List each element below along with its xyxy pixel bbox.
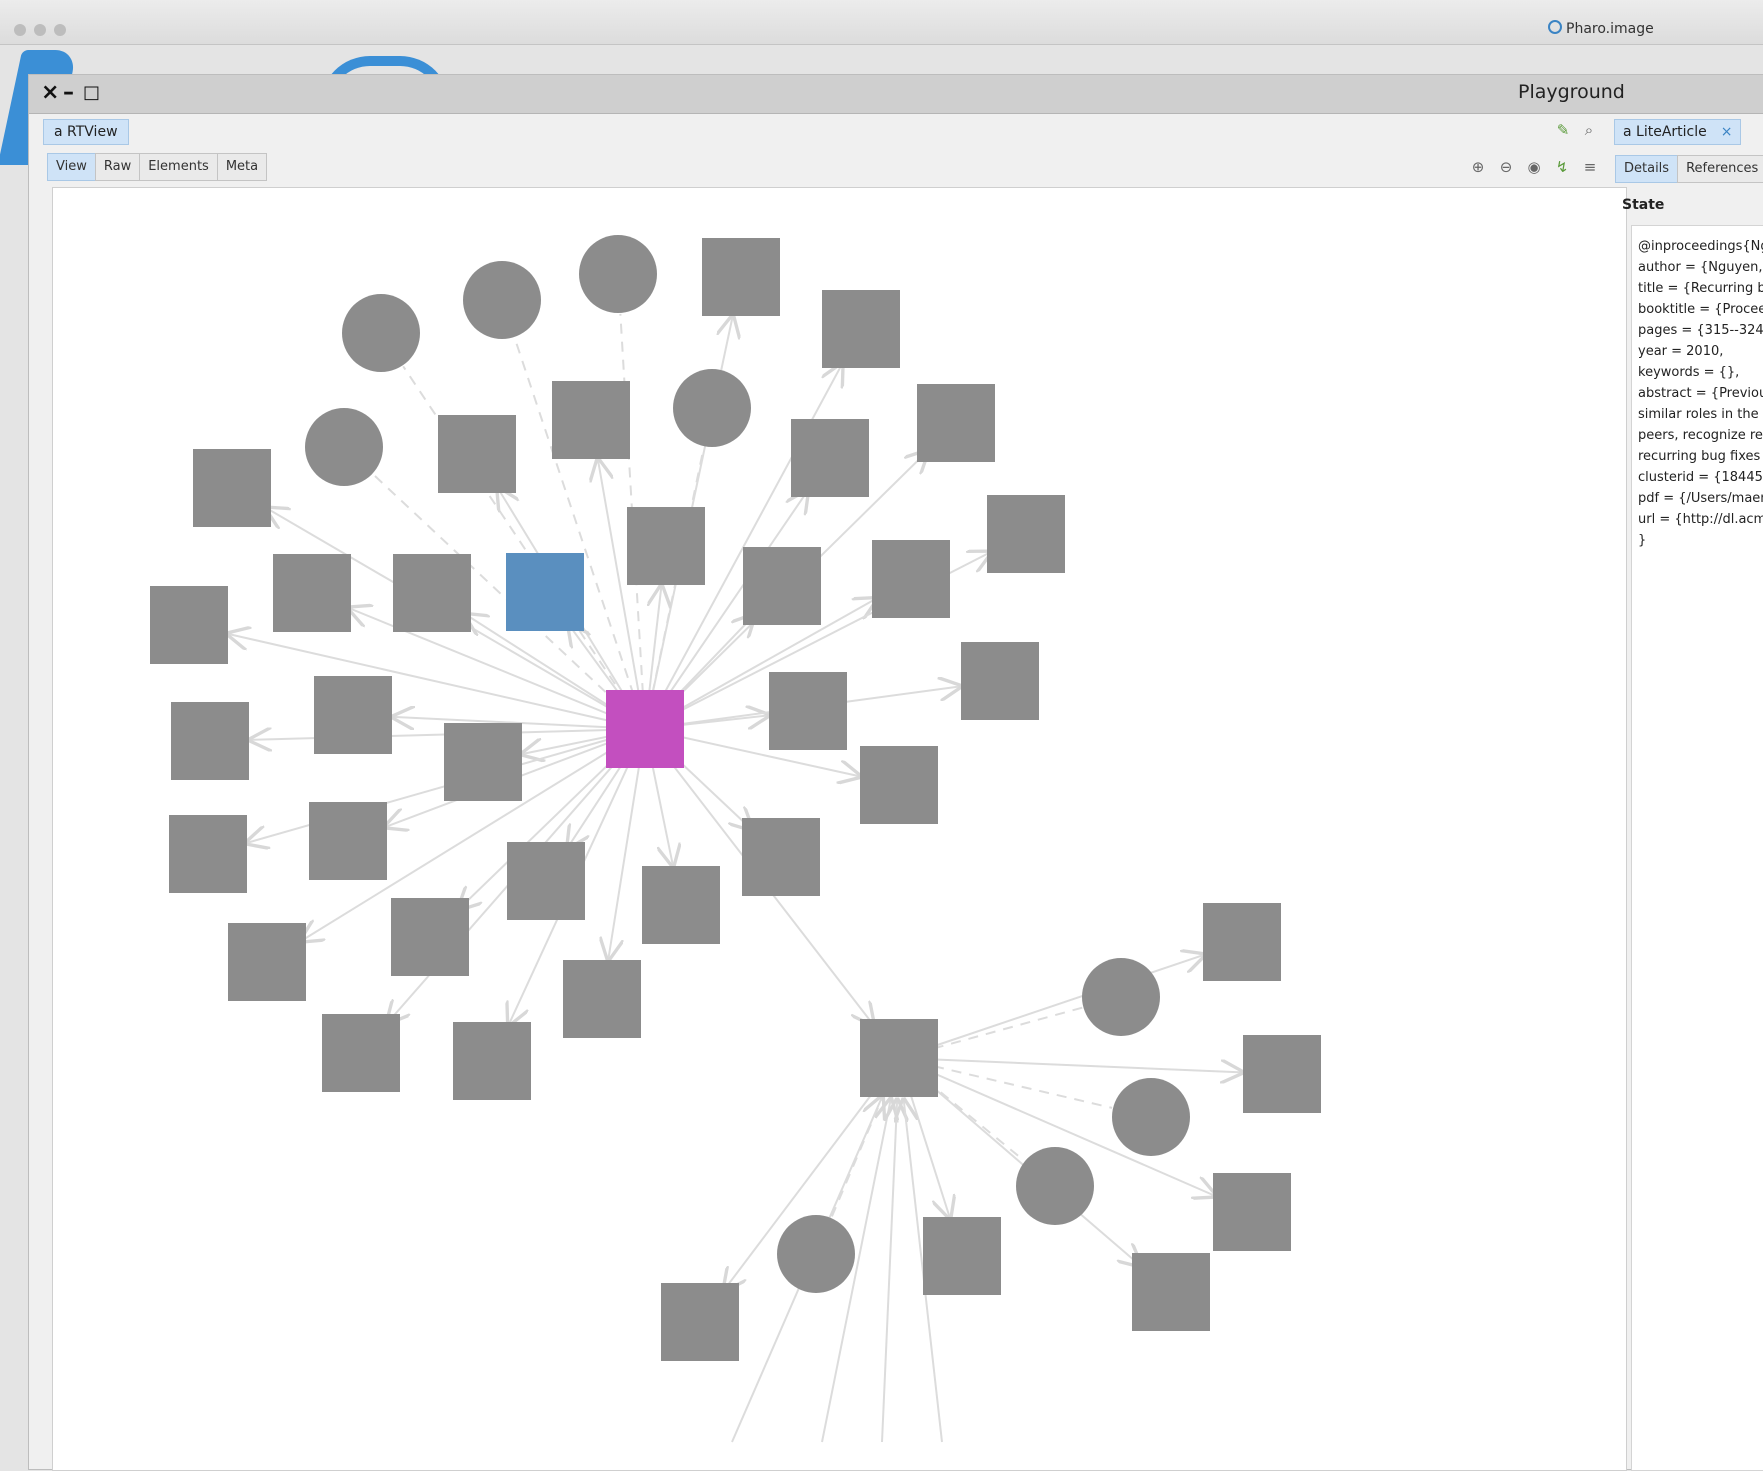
tab-rtview[interactable]: a RTView xyxy=(43,119,129,145)
graph-node-circle[interactable] xyxy=(1082,958,1160,1036)
graph-edge xyxy=(881,1100,897,1443)
graph-node-square[interactable] xyxy=(961,642,1039,720)
graph-node-square[interactable] xyxy=(742,818,820,896)
graph-canvas[interactable] xyxy=(52,187,1627,1471)
graph-node-square[interactable] xyxy=(393,554,471,632)
graph-node-square[interactable] xyxy=(1132,1253,1210,1331)
graph-node-secondary-hub[interactable] xyxy=(860,1019,938,1097)
os-window-title: Pharo.image xyxy=(1548,20,1654,37)
graph-node-square[interactable] xyxy=(923,1217,1001,1295)
graph-node-circle[interactable] xyxy=(1016,1147,1094,1225)
maximize-window-button[interactable]: □ xyxy=(83,81,100,105)
subtab-references[interactable]: References xyxy=(1677,155,1763,183)
state-text-area[interactable]: @inproceedings{Ng author = {Nguyen, T ti… xyxy=(1631,225,1763,1471)
graph-node-circle[interactable] xyxy=(342,294,420,372)
graph-node-square[interactable] xyxy=(917,384,995,462)
close-window-button[interactable]: × xyxy=(41,81,59,105)
graph-node-square[interactable] xyxy=(563,960,641,1038)
graph-node-square[interactable] xyxy=(642,866,720,944)
graph-node-circle[interactable] xyxy=(777,1215,855,1293)
tab-close-icon[interactable]: × xyxy=(1721,124,1733,140)
inspector-subtabs: Details References xyxy=(1615,155,1763,183)
subtab-elements[interactable]: Elements xyxy=(139,153,218,181)
graph-node-square[interactable] xyxy=(743,547,821,625)
playground-titlebar[interactable]: × – □ Playground xyxy=(29,75,1763,114)
graph-node-square[interactable] xyxy=(150,586,228,664)
browse-icon[interactable]: ✎ xyxy=(1554,121,1572,139)
minimize-traffic-light[interactable] xyxy=(34,24,46,36)
graph-node-square[interactable] xyxy=(193,449,271,527)
graph-node-square[interactable] xyxy=(273,554,351,632)
graph-node-square[interactable] xyxy=(860,746,938,824)
graph-node-selected-hub[interactable] xyxy=(606,690,684,768)
close-traffic-light[interactable] xyxy=(14,24,26,36)
graph-node-square[interactable] xyxy=(1213,1173,1291,1251)
os-window-titlebar: Pharo.image xyxy=(0,0,1763,45)
graph-node-square[interactable] xyxy=(1203,903,1281,981)
tab-literarticle[interactable]: a LiteArticle × xyxy=(1614,119,1742,145)
graph-edge xyxy=(898,1057,1242,1072)
graph-node-square[interactable] xyxy=(453,1022,531,1100)
menu-icon[interactable]: ≡ xyxy=(1581,158,1599,176)
right-pane-actions: ✎ ⌕ xyxy=(1554,121,1598,139)
graph-node-circle[interactable] xyxy=(463,261,541,339)
export-icon[interactable]: ↯ xyxy=(1553,158,1571,176)
graph-node-circle[interactable] xyxy=(1112,1078,1190,1156)
zoom-in-icon[interactable]: ⊕ xyxy=(1469,158,1487,176)
graph-node-circle[interactable] xyxy=(305,408,383,486)
graph-node-square[interactable] xyxy=(438,415,516,493)
inspect-icon[interactable]: ⌕ xyxy=(1580,121,1598,139)
zoom-traffic-light[interactable] xyxy=(54,24,66,36)
graph-node-square[interactable] xyxy=(391,898,469,976)
state-section-title: State xyxy=(1622,197,1665,213)
graph-node-square[interactable] xyxy=(1243,1035,1321,1113)
bibtex-state-text: @inproceedings{Ng author = {Nguyen, T ti… xyxy=(1638,239,1763,548)
graph-node-circle[interactable] xyxy=(673,369,751,447)
subtab-details[interactable]: Details xyxy=(1615,155,1679,183)
graph-node-square[interactable] xyxy=(661,1283,739,1361)
graph-edge xyxy=(228,634,646,730)
graph-node-square[interactable] xyxy=(872,540,950,618)
zoom-out-icon[interactable]: ⊖ xyxy=(1497,158,1515,176)
graph-node-square[interactable] xyxy=(444,723,522,801)
graph-node-square[interactable] xyxy=(507,842,585,920)
subtab-view[interactable]: View xyxy=(47,153,96,181)
tab-literarticle-label: a LiteArticle xyxy=(1623,124,1707,140)
graph-node-square[interactable] xyxy=(171,702,249,780)
graph-node-square[interactable] xyxy=(769,672,847,750)
subtab-raw[interactable]: Raw xyxy=(94,153,141,181)
info-circle-icon xyxy=(1548,20,1562,34)
playground-window: × – □ Playground a RTView View Raw Eleme… xyxy=(28,74,1763,1471)
graph-node-square[interactable] xyxy=(552,381,630,459)
graph-svg[interactable] xyxy=(53,188,1626,1470)
subtab-meta[interactable]: Meta xyxy=(216,153,268,181)
center-icon[interactable]: ◉ xyxy=(1525,158,1543,176)
graph-node-circle[interactable] xyxy=(579,235,657,313)
minimize-window-button[interactable]: – xyxy=(63,81,74,105)
graph-node-square[interactable] xyxy=(314,676,392,754)
graph-node-square[interactable] xyxy=(169,815,247,893)
graph-node-square[interactable] xyxy=(987,495,1065,573)
view-toolbar: ⊕ ⊖ ◉ ↯ ≡ xyxy=(1469,155,1599,179)
graph-node-highlighted[interactable] xyxy=(506,553,584,631)
graph-node-square[interactable] xyxy=(791,419,869,497)
graph-node-square[interactable] xyxy=(822,290,900,368)
graph-node-square[interactable] xyxy=(228,923,306,1001)
graph-node-square[interactable] xyxy=(309,802,387,880)
graph-node-square[interactable] xyxy=(702,238,780,316)
view-subtabs: View Raw Elements Meta xyxy=(47,153,268,181)
playground-title: Playground xyxy=(1518,81,1625,103)
graph-node-square[interactable] xyxy=(322,1014,400,1092)
graph-node-square[interactable] xyxy=(627,507,705,585)
